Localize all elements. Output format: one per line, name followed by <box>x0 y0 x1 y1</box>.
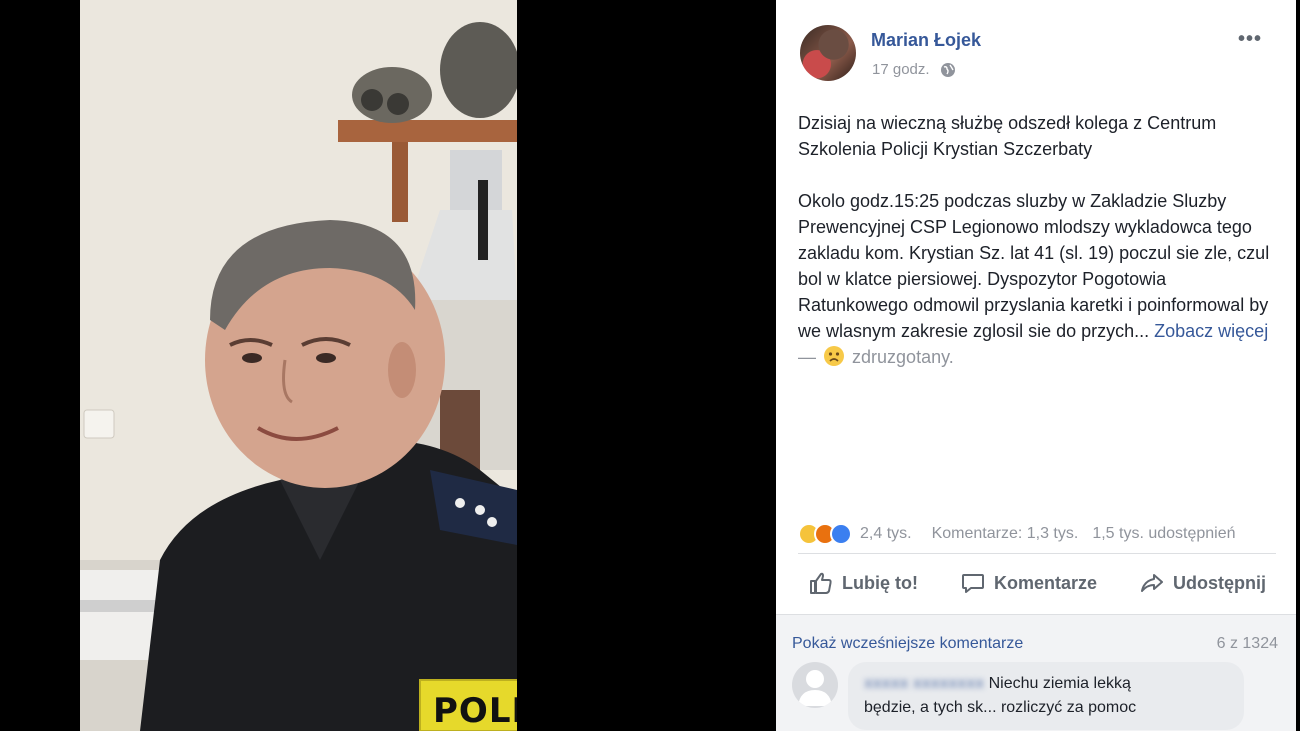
post-paragraph-2-text: Okolo godz.15:25 podczas sluzby w Zaklad… <box>798 191 1270 341</box>
like-button[interactable]: Lubię to! <box>808 570 918 596</box>
comment-bubble: xxxxx xxxxxxxx Niechu ziemia lekką będzi… <box>848 662 1244 730</box>
comments-count: 6 z 1324 <box>1216 635 1278 652</box>
post-paragraph-1: Dzisiaj na wieczną służbę odszedł kolega… <box>798 113 1217 159</box>
post-timestamp[interactable]: 17 godz. <box>872 61 930 78</box>
commenter-name[interactable]: xxxxx xxxxxxxx <box>864 672 984 696</box>
reaction-icons[interactable] <box>798 522 852 545</box>
feeling-label[interactable]: zdruzgotany. <box>852 347 954 367</box>
thumbs-up-icon <box>810 572 832 594</box>
devastated-emoji-icon <box>823 345 845 367</box>
comment-text-2: będzie, a tych sk... rozliczyć za pomoc <box>864 699 1137 716</box>
comment-bubble-icon <box>961 574 984 593</box>
post-text: Dzisiaj na wieczną służbę odszedł kolega… <box>798 110 1278 396</box>
post-meta: 17 godz. <box>872 61 956 78</box>
post-header: Marian Łojek 17 godz. ••• <box>800 25 1276 81</box>
post-paragraph-2: Okolo godz.15:25 podczas sluzby w Zaklad… <box>798 188 1278 370</box>
like-icon <box>830 522 852 545</box>
globe-icon[interactable] <box>940 62 956 78</box>
photo-illustration: POLIC <box>80 0 517 731</box>
author-avatar[interactable] <box>800 25 856 81</box>
comments-section: Pokaż wcześniejsze komentarze 6 z 1324 x… <box>776 614 1296 731</box>
comment-label: Komentarze <box>993 572 1097 593</box>
police-badge-text: POLIC <box>433 691 517 731</box>
author-name[interactable]: Marian Łojek <box>871 30 981 51</box>
comment-text-1: Niechu ziemia lekką <box>988 675 1131 692</box>
commenter-avatar[interactable] <box>792 662 838 708</box>
see-more-link[interactable]: Zobacz więcej <box>1154 321 1268 341</box>
reaction-summary: 2,4 tys. Komentarze: 1,3 tys. 1,5 tys. u… <box>798 514 1276 554</box>
post-photo[interactable]: POLIC <box>80 0 517 731</box>
comment-count[interactable]: Komentarze: 1,3 tys. <box>932 525 1079 543</box>
action-bar: Lubię to! Komentarze Udostępnij <box>798 560 1276 606</box>
feeling-dash: — <box>798 347 816 367</box>
previous-comments-link[interactable]: Pokaż wcześniejsze komentarze <box>792 635 1023 653</box>
share-button[interactable]: Udostępnij <box>1139 570 1266 596</box>
more-options-icon[interactable]: ••• <box>1238 29 1262 49</box>
reaction-count[interactable]: 2,4 tys. <box>860 525 912 543</box>
share-label: Udostępnij <box>1172 572 1266 593</box>
comment-button[interactable]: Komentarze <box>960 570 1097 596</box>
share-count[interactable]: 1,5 tys. udostępnień <box>1092 525 1235 543</box>
like-label: Lubię to! <box>842 572 918 593</box>
share-arrow-icon <box>1140 574 1163 592</box>
post-panel: Marian Łojek 17 godz. ••• Dzisiaj na wie… <box>776 0 1296 731</box>
